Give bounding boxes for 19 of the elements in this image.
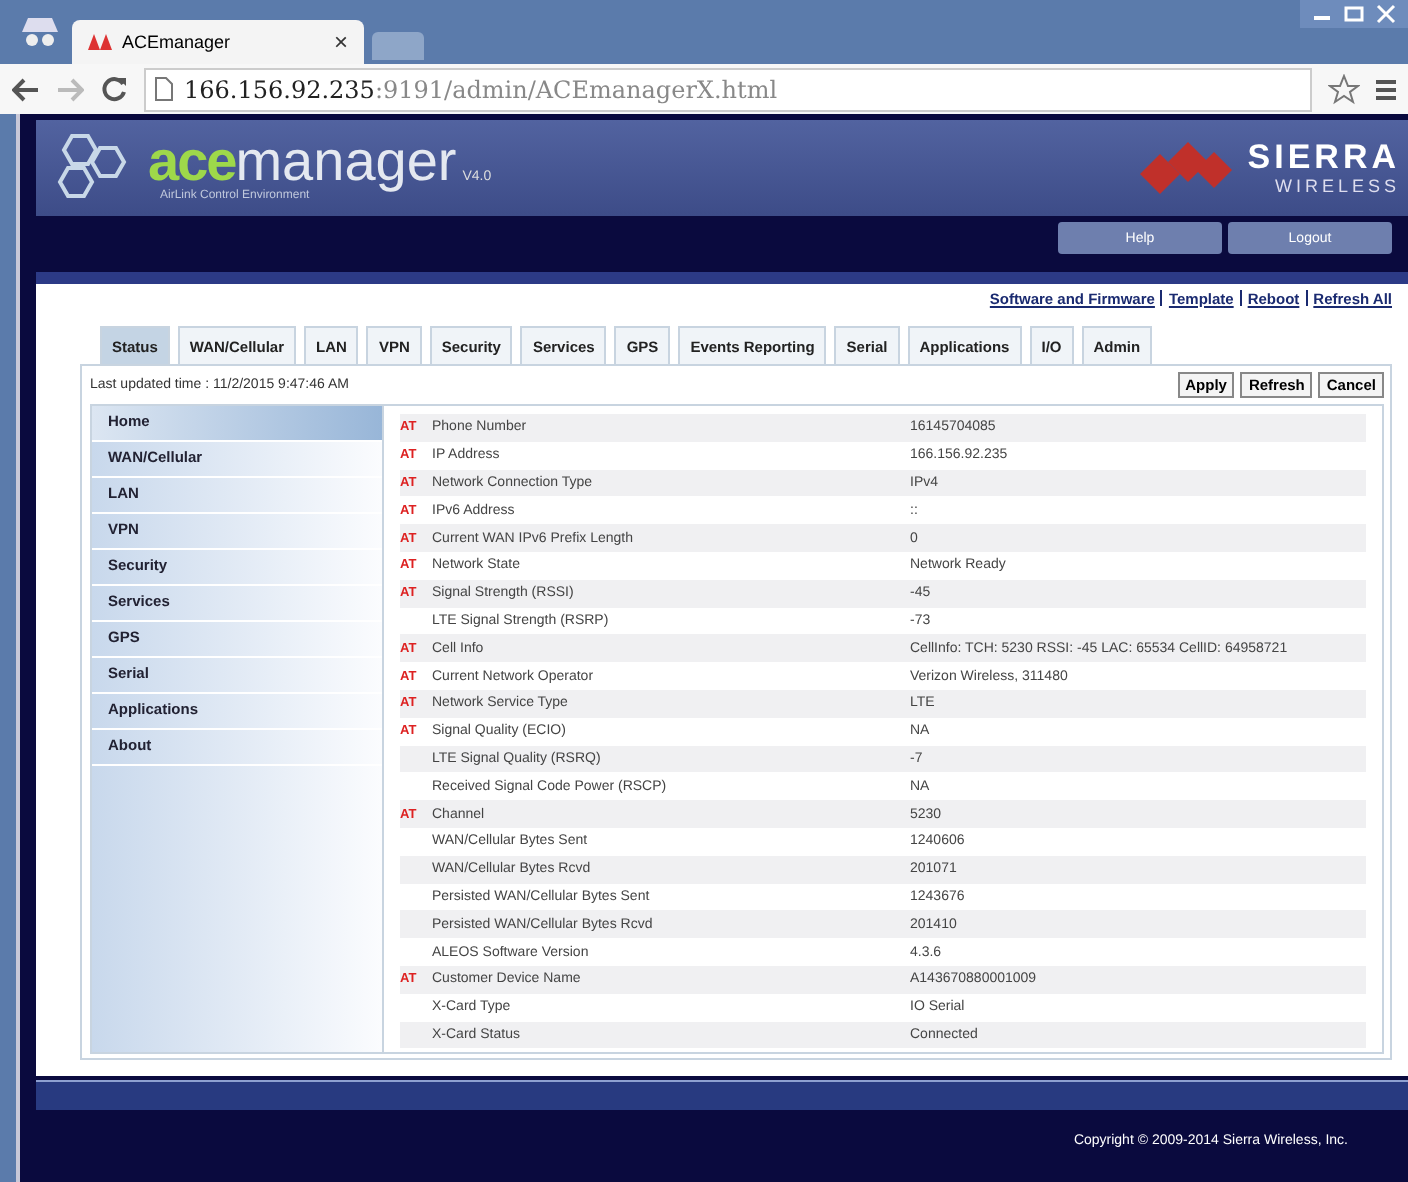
url-text: 166.156.92.235:9191/admin/ACEmanagerX.html [184, 75, 778, 103]
menu-icon[interactable] [1376, 77, 1396, 101]
forward-icon[interactable] [56, 77, 84, 101]
star-icon[interactable] [1328, 73, 1360, 105]
logo-text-rest: manager [235, 134, 457, 190]
tab-close-button[interactable]: × [333, 28, 348, 56]
close-icon[interactable] [1372, 4, 1400, 24]
maximize-icon[interactable] [1340, 4, 1368, 24]
reload-icon[interactable] [100, 75, 128, 103]
incognito-icon [16, 12, 64, 52]
favicon-icon [88, 34, 112, 50]
address-field[interactable]: 166.156.92.235:9191/admin/ACEmanagerX.html [144, 67, 1312, 111]
back-icon[interactable] [12, 77, 40, 101]
logo-text: ace [148, 134, 236, 190]
page-icon [154, 76, 174, 102]
brand-subtitle: WIRELESS [1274, 176, 1400, 196]
tab-title: ACEmanager [122, 32, 233, 52]
brand-name: SIERRA [1247, 140, 1400, 176]
browser-tab[interactable]: ACEmanager × [72, 20, 364, 64]
